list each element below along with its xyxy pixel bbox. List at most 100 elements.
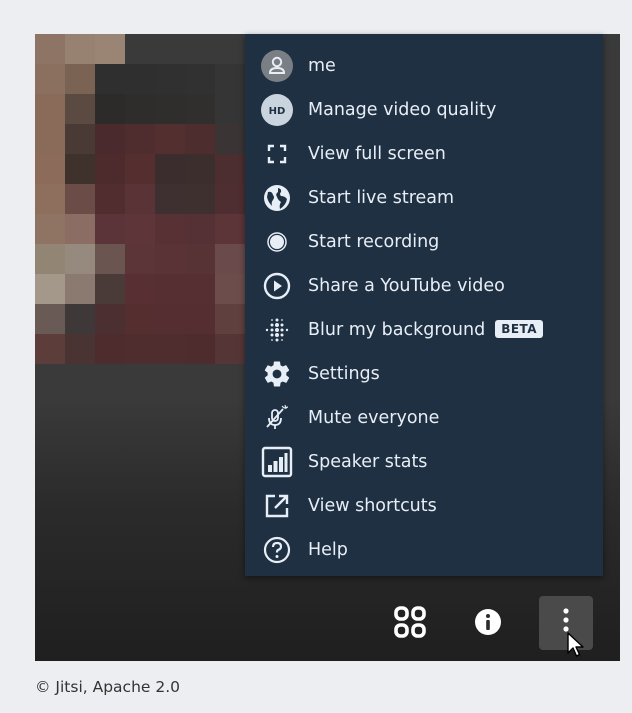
menu-item-label: View shortcuts — [308, 496, 437, 516]
video-pixel — [95, 154, 125, 184]
blur-label-text: Blur my background — [308, 320, 486, 340]
record-icon — [261, 226, 293, 258]
video-pixel — [215, 274, 245, 304]
video-pixel — [95, 34, 125, 64]
video-pixel — [185, 124, 215, 154]
video-pixel — [35, 64, 65, 94]
video-pixel — [65, 124, 95, 154]
video-pixel — [35, 214, 65, 244]
video-pixel — [185, 334, 215, 364]
video-pixel — [215, 184, 245, 214]
video-pixel — [185, 154, 215, 184]
pixelated-participant-video — [35, 34, 275, 364]
video-pixel — [125, 34, 155, 64]
video-pixel — [155, 274, 185, 304]
video-pixel — [95, 244, 125, 274]
video-pixel — [215, 334, 245, 364]
globe-icon — [261, 182, 293, 214]
info-icon — [473, 607, 503, 641]
external-link-icon — [261, 490, 293, 522]
menu-item-video-quality[interactable]: HD Manage video quality — [245, 88, 603, 132]
video-pixel — [185, 184, 215, 214]
hd-icon: HD — [261, 94, 293, 126]
menu-item-help[interactable]: Help — [245, 528, 603, 572]
tile-view-button[interactable] — [390, 604, 430, 644]
video-pixel — [155, 244, 185, 274]
video-pixel — [215, 304, 245, 334]
video-pixel — [65, 214, 95, 244]
video-pixel — [215, 64, 245, 94]
video-pixel — [65, 274, 95, 304]
video-pixel — [125, 334, 155, 364]
video-pixel — [185, 34, 215, 64]
video-pixel — [65, 154, 95, 184]
video-pixel — [185, 244, 215, 274]
menu-item-speaker-stats[interactable]: Speaker stats — [245, 440, 603, 484]
blur-icon — [261, 314, 293, 346]
video-pixel — [35, 154, 65, 184]
menu-item-settings[interactable]: Settings — [245, 352, 603, 396]
info-button[interactable] — [470, 606, 506, 642]
video-pixel — [35, 334, 65, 364]
overflow-menu: me HD Manage video quality View full scr… — [245, 34, 603, 576]
video-pixel — [65, 304, 95, 334]
mouse-cursor — [566, 631, 586, 663]
menu-item-label: View full screen — [308, 144, 446, 164]
menu-item-label: Start recording — [308, 232, 440, 252]
video-pixel — [125, 124, 155, 154]
menu-item-recording[interactable]: Start recording — [245, 220, 603, 264]
video-pixel — [65, 94, 95, 124]
video-pixel — [35, 34, 65, 64]
menu-item-view-shortcuts[interactable]: View shortcuts — [245, 484, 603, 528]
menu-item-label: me — [308, 56, 336, 76]
video-pixel — [155, 94, 185, 124]
video-pixel — [35, 124, 65, 154]
video-pixel — [155, 214, 185, 244]
video-pixel — [155, 334, 185, 364]
video-pixel — [95, 274, 125, 304]
menu-item-label: Mute everyone — [308, 408, 440, 428]
video-pixel — [95, 124, 125, 154]
bar-chart-icon — [261, 446, 293, 478]
beta-badge: BETA — [495, 320, 544, 338]
video-pixel — [65, 334, 95, 364]
menu-item-profile[interactable]: me — [245, 44, 603, 88]
video-pixel — [95, 64, 125, 94]
menu-item-live-stream[interactable]: Start live stream — [245, 176, 603, 220]
menu-item-label: Settings — [308, 364, 380, 384]
video-pixel — [95, 334, 125, 364]
video-pixel — [95, 214, 125, 244]
video-pixel — [185, 64, 215, 94]
video-pixel — [215, 34, 245, 64]
avatar-icon — [261, 50, 293, 82]
menu-item-full-screen[interactable]: View full screen — [245, 132, 603, 176]
video-pixel — [155, 184, 185, 214]
video-pixel — [185, 304, 215, 334]
video-pixel — [185, 94, 215, 124]
video-pixel — [95, 304, 125, 334]
video-pixel — [65, 244, 95, 274]
video-pixel — [215, 94, 245, 124]
video-pixel — [125, 214, 155, 244]
video-pixel — [125, 274, 155, 304]
video-pixel — [125, 64, 155, 94]
mute-mic-icon — [261, 402, 293, 434]
menu-item-label: Share a YouTube video — [308, 276, 505, 296]
video-pixel — [125, 184, 155, 214]
menu-item-share-youtube[interactable]: Share a YouTube video — [245, 264, 603, 308]
video-pixel — [35, 184, 65, 214]
video-pixel — [125, 244, 155, 274]
video-pixel — [185, 274, 215, 304]
video-pixel — [155, 304, 185, 334]
video-pixel — [65, 34, 95, 64]
menu-item-label: Speaker stats — [308, 452, 428, 472]
menu-item-mute-everyone[interactable]: Mute everyone — [245, 396, 603, 440]
play-circle-icon — [261, 270, 293, 302]
menu-item-label: Manage video quality — [308, 100, 497, 120]
video-pixel — [155, 124, 185, 154]
menu-item-label: Start live stream — [308, 188, 455, 208]
menu-item-label: Blur my background BETA — [308, 320, 544, 340]
video-pixel — [95, 184, 125, 214]
menu-item-blur-background[interactable]: Blur my background BETA — [245, 308, 603, 352]
video-pixel — [215, 124, 245, 154]
